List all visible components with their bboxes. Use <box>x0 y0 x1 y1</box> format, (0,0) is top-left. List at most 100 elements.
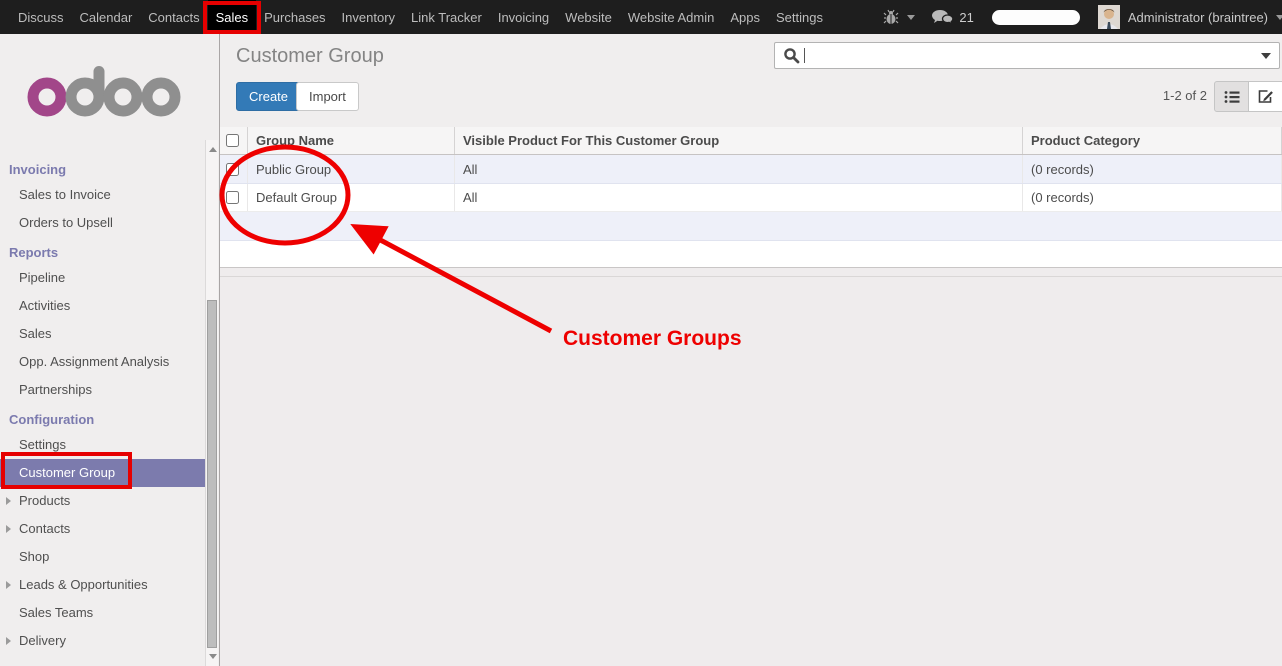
sidebar-menu: Invoicing Sales to Invoice Orders to Ups… <box>0 154 219 655</box>
sidebar-item-orders-to-upsell[interactable]: Orders to Upsell <box>0 209 205 237</box>
sidebar-item-label: Contacts <box>19 521 70 536</box>
sidebar-heading-configuration: Configuration <box>0 404 219 431</box>
nav-item-settings[interactable]: Settings <box>768 0 831 34</box>
nav-item-website-admin[interactable]: Website Admin <box>620 0 722 34</box>
nav-item-link-tracker[interactable]: Link Tracker <box>403 0 490 34</box>
expand-caret-icon <box>6 497 11 505</box>
nav-item-label: Discuss <box>18 10 64 25</box>
edit-pencil-icon <box>1258 89 1274 104</box>
pager-counter: 1-2 of 2 <box>1163 88 1207 103</box>
sidebar-item-label: Customer Group <box>19 465 115 480</box>
table-row-default-group[interactable]: Default Group All (0 records) <box>220 184 1282 212</box>
create-button[interactable]: Create <box>236 82 301 111</box>
navbar-right-cluster: 21 Administrator (braintree) <box>883 0 1282 34</box>
nav-item-purchases[interactable]: Purchases <box>256 0 333 34</box>
odoo-logo <box>26 60 219 118</box>
user-caret-down-icon[interactable] <box>1276 15 1282 20</box>
content-background <box>220 269 1282 666</box>
sidebar-heading-invoicing: Invoicing <box>0 154 219 181</box>
message-count-badge: 21 <box>959 10 973 25</box>
sidebar-item-activities[interactable]: Activities <box>0 292 205 320</box>
nav-item-label: Settings <box>776 10 823 25</box>
sidebar-item-delivery[interactable]: Delivery <box>0 627 205 655</box>
divider-line <box>220 276 1282 277</box>
list-view-icon <box>1224 90 1240 104</box>
sidebar-item-label: Sales to Invoice <box>19 187 111 202</box>
sidebar-item-sales-to-invoice[interactable]: Sales to Invoice <box>0 181 205 209</box>
form-view-button[interactable] <box>1249 81 1282 112</box>
search-input[interactable] <box>805 44 1255 67</box>
sidebar-item-label: Sales Teams <box>19 605 93 620</box>
column-header-group-name[interactable]: Group Name <box>248 127 455 154</box>
import-button[interactable]: Import <box>296 82 359 111</box>
view-switcher <box>1214 81 1282 112</box>
user-avatar[interactable] <box>1098 5 1120 29</box>
nav-item-contacts[interactable]: Contacts <box>140 0 207 34</box>
sidebar-item-contacts[interactable]: Contacts <box>0 515 205 543</box>
sidebar-item-sales[interactable]: Sales <box>0 320 205 348</box>
nav-item-label: Calendar <box>80 10 133 25</box>
nav-item-website[interactable]: Website <box>557 0 620 34</box>
sidebar-item-label: Products <box>19 493 70 508</box>
nav-item-apps[interactable]: Apps <box>722 0 768 34</box>
search-icon <box>783 47 800 64</box>
scrollbar-thumb[interactable] <box>207 300 217 648</box>
cell-product-category: (0 records) <box>1023 184 1282 211</box>
sidebar-item-label: Partnerships <box>19 382 92 397</box>
messages-icon[interactable] <box>931 9 954 26</box>
sidebar-item-label: Orders to Upsell <box>19 215 113 230</box>
select-all-checkbox[interactable] <box>226 134 239 147</box>
sidebar-item-customer-group[interactable]: Customer Group <box>0 459 205 487</box>
sidebar-item-label: Pipeline <box>19 270 65 285</box>
sidebar-item-label: Delivery <box>19 633 66 648</box>
sidebar-item-partnerships[interactable]: Partnerships <box>0 376 205 404</box>
scroll-down-icon[interactable] <box>209 654 217 659</box>
sidebar-item-sales-teams[interactable]: Sales Teams <box>0 599 205 627</box>
sidebar-item-opp-assignment-analysis[interactable]: Opp. Assignment Analysis <box>0 348 205 376</box>
sidebar-item-label: Leads & Opportunities <box>19 577 148 592</box>
page-title: Customer Group <box>236 45 384 68</box>
row-checkbox[interactable] <box>226 191 239 204</box>
select-all-cell <box>220 127 248 154</box>
expand-caret-icon <box>6 637 11 645</box>
bug-icon[interactable] <box>883 9 899 25</box>
nav-item-label: Inventory <box>342 10 395 25</box>
table-filler-row <box>220 241 1282 268</box>
nav-item-label: Link Tracker <box>411 10 482 25</box>
nav-item-invoicing[interactable]: Invoicing <box>490 0 557 34</box>
debug-caret-down-icon[interactable] <box>907 15 915 20</box>
scroll-up-icon[interactable] <box>209 147 217 152</box>
nav-item-label: Website <box>565 10 612 25</box>
nav-item-label: Apps <box>730 10 760 25</box>
search-dropdown-caret-icon[interactable] <box>1261 53 1271 59</box>
row-checkbox[interactable] <box>226 163 239 176</box>
sidebar-item-leads-opportunities[interactable]: Leads & Opportunities <box>0 571 205 599</box>
nav-item-sales[interactable]: Sales <box>208 0 257 34</box>
sidebar-item-label: Settings <box>19 437 66 452</box>
nav-item-label: Purchases <box>264 10 325 25</box>
nav-item-discuss[interactable]: Discuss <box>10 0 72 34</box>
cell-group-name: Public Group <box>248 155 455 183</box>
cell-group-name: Default Group <box>248 184 455 211</box>
progress-pill <box>992 10 1080 25</box>
nav-item-calendar[interactable]: Calendar <box>72 0 141 34</box>
nav-item-inventory[interactable]: Inventory <box>334 0 403 34</box>
sidebar: Invoicing Sales to Invoice Orders to Ups… <box>0 34 220 666</box>
column-header-product-category[interactable]: Product Category <box>1023 127 1282 154</box>
sidebar-item-settings[interactable]: Settings <box>0 431 205 459</box>
sidebar-item-products[interactable]: Products <box>0 487 205 515</box>
list-view-button[interactable] <box>1214 81 1249 112</box>
sidebar-item-label: Shop <box>19 549 49 564</box>
nav-item-label: Invoicing <box>498 10 549 25</box>
sidebar-item-shop[interactable]: Shop <box>0 543 205 571</box>
expand-caret-icon <box>6 581 11 589</box>
cell-visible-product: All <box>455 184 1023 211</box>
expand-caret-icon <box>6 525 11 533</box>
nav-item-label: Website Admin <box>628 10 714 25</box>
nav-item-label: Sales <box>216 10 249 25</box>
user-menu[interactable]: Administrator (braintree) <box>1128 10 1268 25</box>
column-header-visible-product[interactable]: Visible Product For This Customer Group <box>455 127 1023 154</box>
table-row-public-group[interactable]: Public Group All (0 records) <box>220 155 1282 184</box>
customer-group-table: Group Name Visible Product For This Cust… <box>220 127 1282 268</box>
sidebar-item-pipeline[interactable]: Pipeline <box>0 264 205 292</box>
